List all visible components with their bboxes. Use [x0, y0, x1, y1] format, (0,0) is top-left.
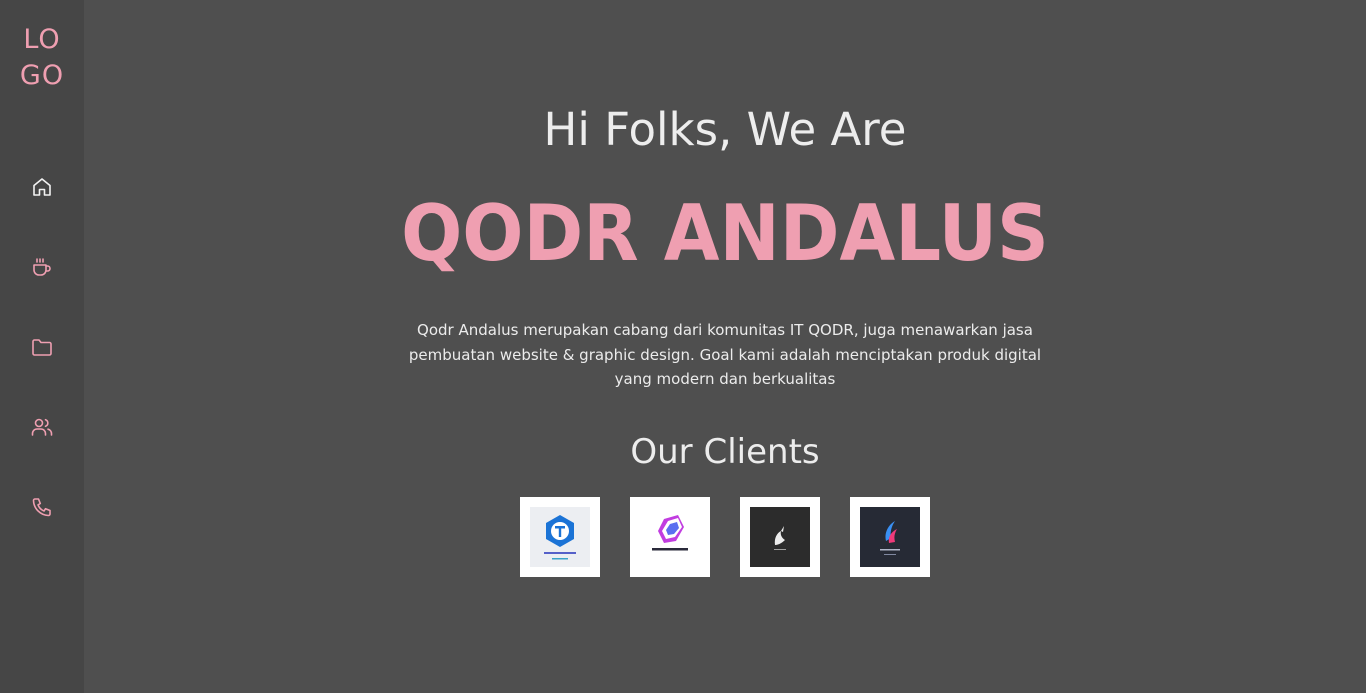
sidebar: LO GO	[0, 0, 84, 693]
phone-icon	[32, 498, 51, 517]
nav-contact[interactable]	[26, 491, 58, 523]
logo-line-2: GO	[19, 60, 65, 91]
clients-row	[520, 497, 930, 577]
main-content: Hi Folks, We Are QODR ANDALUS Qodr Andal…	[84, 0, 1366, 693]
client-logo-3[interactable]	[740, 497, 820, 577]
nav-about[interactable]	[26, 251, 58, 283]
client-logo-2-image	[640, 507, 700, 567]
users-icon	[31, 418, 53, 436]
nav-team[interactable]	[26, 411, 58, 443]
client-logo-1[interactable]	[520, 497, 600, 577]
clients-title: Our Clients	[630, 432, 820, 472]
nav-home[interactable]	[26, 171, 58, 203]
client-logo-2[interactable]	[630, 497, 710, 577]
logo-line-1: LO	[23, 24, 61, 55]
nav-portfolio[interactable]	[26, 331, 58, 363]
coffee-icon	[33, 258, 51, 276]
client-logo-3-image	[750, 507, 810, 567]
client-logo-4[interactable]	[850, 497, 930, 577]
folder-icon	[32, 339, 52, 356]
home-icon	[33, 178, 51, 196]
logo[interactable]: LO GO	[0, 22, 84, 94]
hero-greeting: Hi Folks, We Are	[543, 103, 907, 156]
client-logo-4-image	[860, 507, 920, 567]
client-logo-1-image	[530, 507, 590, 567]
hero-brand-title: QODR ANDALUS	[401, 187, 1049, 279]
hero-description: Qodr Andalus merupakan cabang dari komun…	[408, 321, 1042, 388]
